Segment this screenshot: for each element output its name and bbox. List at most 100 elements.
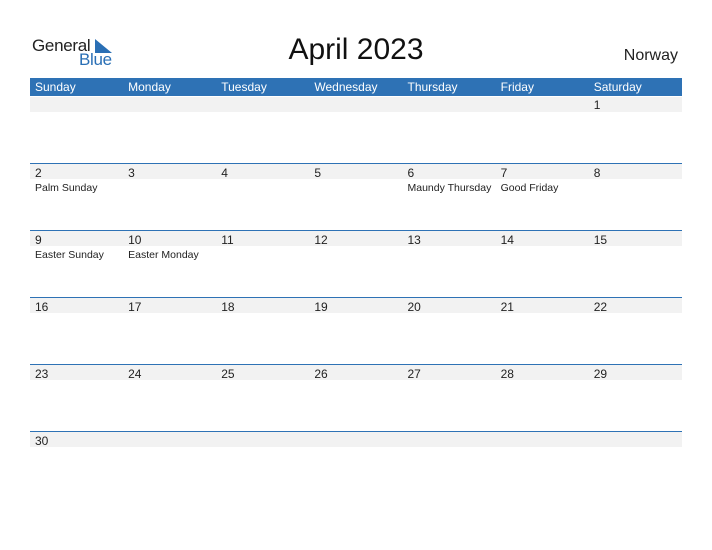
day-cell: 7 Good Friday	[496, 164, 589, 194]
day-cell	[496, 432, 589, 450]
day-number: 20	[407, 300, 421, 314]
day-number	[408, 432, 496, 448]
day-number: 3	[128, 166, 135, 180]
week-cells: 16 17 18 19 20 21 22	[30, 298, 682, 316]
day-number: 30	[35, 434, 49, 448]
weekday-friday: Friday	[500, 80, 534, 94]
day-number: 7	[500, 166, 508, 180]
week-row: 23 24 25 26 27 28 29	[30, 364, 682, 431]
week-cells: 1	[30, 96, 682, 114]
day-number: 23	[35, 367, 49, 381]
day-number	[128, 96, 216, 112]
day-number: 19	[314, 300, 328, 314]
day-number: 25	[221, 367, 235, 381]
day-cell: 16	[30, 298, 123, 316]
day-number: 1	[593, 98, 601, 112]
day-number	[501, 96, 589, 112]
week-row: 16 17 18 19 20 21 22	[30, 297, 682, 364]
country-label: Norway	[623, 47, 678, 64]
day-number: 13	[407, 233, 421, 247]
holiday-label: Maundy Thursday	[407, 182, 492, 194]
week-cells: 23 24 25 26 27 28 29	[30, 365, 682, 383]
day-number: 2	[35, 166, 42, 180]
day-cell: 3	[123, 164, 216, 194]
calendar-grid: Sunday Monday Tuesday Wednesday Thursday Frid…	[30, 78, 682, 498]
day-cell: 10 Easter Monday	[123, 231, 216, 261]
day-number	[314, 96, 402, 112]
week-row: 9 Easter Sunday 10 Easter Monday 11 12 13 14 15	[30, 230, 682, 297]
day-cell: 5	[309, 164, 402, 194]
day-cell: 25	[216, 365, 309, 383]
day-cell	[123, 96, 216, 114]
day-number: 11	[221, 233, 234, 247]
day-number: 18	[221, 300, 235, 314]
holiday-label: Palm Sunday	[35, 182, 98, 194]
day-cell	[589, 432, 682, 450]
day-number: 6	[407, 166, 415, 180]
day-cell: 9 Easter Sunday	[30, 231, 123, 261]
day-cell	[403, 432, 496, 450]
day-cell: 28	[496, 365, 589, 383]
day-number	[221, 432, 309, 448]
day-cell	[403, 96, 496, 114]
day-number: 14	[500, 233, 514, 247]
holiday-label: Good Friday	[500, 182, 559, 194]
day-cell: 20	[403, 298, 496, 316]
calendar-title: April 2023	[288, 33, 424, 66]
day-cell	[216, 96, 309, 114]
day-number: 15	[593, 233, 608, 247]
day-number: 28	[500, 367, 514, 381]
day-cell: 12	[309, 231, 402, 261]
day-number	[221, 96, 309, 112]
day-number: 29	[593, 367, 608, 381]
day-number: 9	[35, 233, 42, 247]
day-cell	[309, 432, 402, 450]
week-row: 30	[30, 431, 682, 498]
day-cell: 17	[123, 298, 216, 316]
day-number: 17	[128, 300, 142, 314]
day-cell: 26	[309, 365, 402, 383]
day-cell: 24	[123, 365, 216, 383]
day-cell: 8	[589, 164, 682, 194]
day-cell: 4	[216, 164, 309, 194]
week-cells: 30	[30, 432, 682, 450]
day-number: 10	[128, 233, 142, 247]
day-number: 26	[314, 367, 328, 381]
week-row: 2 Palm Sunday 3 4 5 6 Maundy Thursday 7 Good Fri…	[30, 163, 682, 230]
day-cell	[30, 96, 123, 114]
day-cell: 11	[216, 231, 309, 261]
day-number: 12	[314, 233, 328, 247]
day-cell	[309, 96, 402, 114]
day-cell: 30	[30, 432, 123, 450]
day-number	[35, 96, 123, 112]
day-number: 5	[314, 166, 322, 180]
weeks-container: 1 2 Palm Sunday 3 4 5 6 Maundy Thursday 7 Good Fr…	[30, 96, 682, 498]
day-number: 22	[593, 300, 608, 314]
weekday-header: Sunday Monday Tuesday Wednesday Thursday Frid…	[30, 78, 682, 96]
day-cell: 18	[216, 298, 309, 316]
day-number	[594, 432, 682, 448]
weekday-tuesday: Tuesday	[221, 80, 267, 94]
weekday-sunday: Sunday	[35, 80, 76, 94]
day-number	[501, 432, 589, 448]
day-cell: 29	[589, 365, 682, 383]
day-cell: 22	[589, 298, 682, 316]
weekday-wednesday: Wednesday	[314, 80, 378, 94]
day-cell: 14	[496, 231, 589, 261]
week-cells: 9 Easter Sunday 10 Easter Monday 11 12 13 14 15	[30, 231, 682, 261]
day-cell: 19	[309, 298, 402, 316]
day-cell: 13	[403, 231, 496, 261]
day-number	[128, 432, 216, 448]
day-number: 27	[407, 367, 421, 381]
day-cell: 27	[403, 365, 496, 383]
day-number	[314, 432, 402, 448]
day-cell	[123, 432, 216, 450]
holiday-label: Easter Sunday	[35, 249, 104, 261]
holiday-label: Easter Monday	[128, 249, 199, 261]
day-cell: 23	[30, 365, 123, 383]
day-number: 24	[128, 367, 142, 381]
day-cell	[216, 432, 309, 450]
week-row: 1	[30, 96, 682, 163]
day-cell: 2 Palm Sunday	[30, 164, 123, 194]
week-cells: 2 Palm Sunday 3 4 5 6 Maundy Thursday 7 Good Fri…	[30, 164, 682, 194]
